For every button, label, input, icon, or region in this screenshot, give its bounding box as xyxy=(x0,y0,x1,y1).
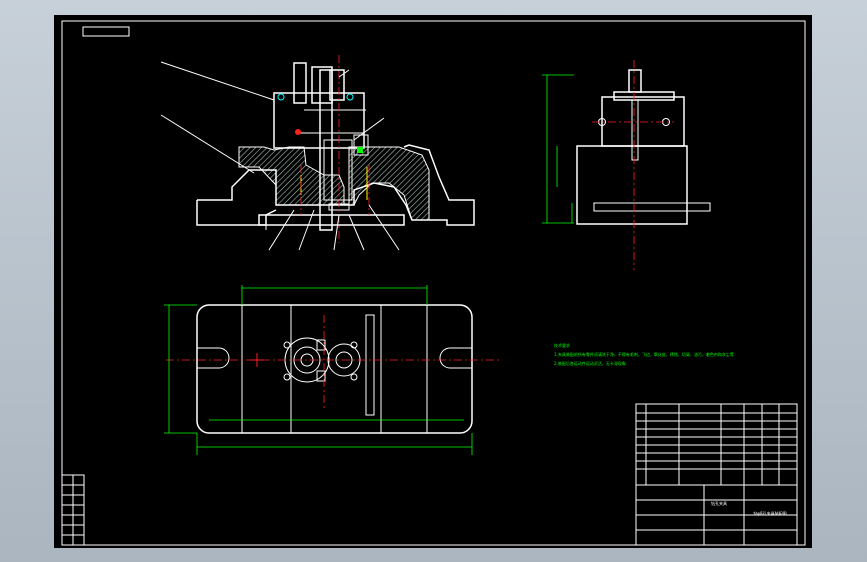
outer-frame xyxy=(61,20,806,546)
top-view xyxy=(164,285,499,455)
front-section-view xyxy=(160,55,475,251)
side-view xyxy=(542,60,711,270)
assembly-drawing: 技术要求 1.夹具装配前所有零件须清洗干净，不得有毛刺，飞边，氧化皮，锈蚀，切屑… xyxy=(61,20,806,546)
note-line-1: 1.夹具装配前所有零件须清洗干净，不得有毛刺，飞边，氧化皮，锈蚀，切屑，油污，着… xyxy=(554,351,734,357)
inner-frame xyxy=(61,20,806,546)
technical-notes: 技术要求 1.夹具装配前所有零件须清洗干净，不得有毛刺，飞边，氧化皮，锈蚀，切屑… xyxy=(554,342,734,366)
side-strip-table xyxy=(61,474,85,546)
part-name: 钻孔夹具 xyxy=(711,500,727,506)
drawing-name: 钻φ8孔夹具装配图 xyxy=(753,510,786,516)
note-heading: 技术要求 xyxy=(554,342,570,348)
title-block: 钻孔夹具 钻φ8孔夹具装配图 xyxy=(635,403,798,546)
corner-box xyxy=(82,26,130,37)
note-line-2: 2.装配后各运动件运动灵活，无卡滞现象 xyxy=(554,360,626,366)
cad-viewport[interactable]: 技术要求 1.夹具装配前所有零件须清洗干净，不得有毛刺，飞边，氧化皮，锈蚀，切屑… xyxy=(54,15,812,548)
